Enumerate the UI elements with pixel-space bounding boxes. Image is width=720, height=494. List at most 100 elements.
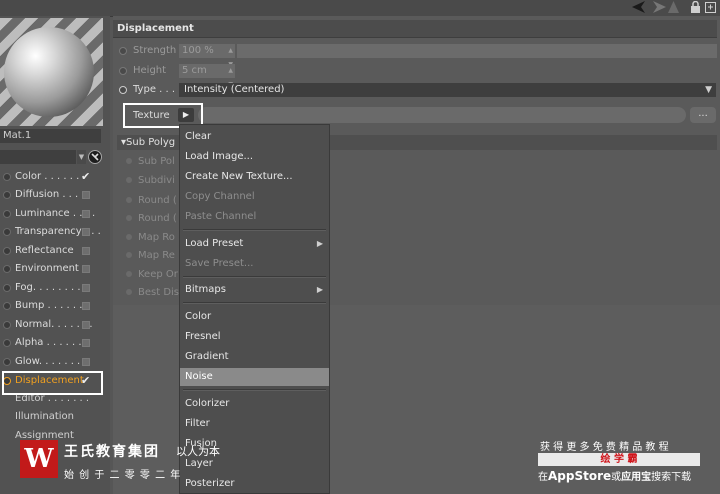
channel-checkbox[interactable]	[82, 228, 90, 236]
menu-item-noise[interactable]: Noise	[180, 368, 329, 386]
menu-item-label: Save Preset...	[185, 258, 254, 269]
channel-row-transparency[interactable]: Transparency . . .	[0, 223, 110, 241]
submenu-arrow-icon: ▶	[316, 239, 323, 248]
channel-checkbox[interactable]	[82, 284, 90, 292]
sub-row[interactable]: Round (	[126, 193, 177, 209]
animate-dot-icon[interactable]	[119, 47, 127, 55]
height-field[interactable]: 5 cm▲▼	[179, 64, 235, 88]
sub-row[interactable]: Subdivi	[126, 173, 175, 189]
menu-separator	[183, 302, 326, 304]
menu-item-label: Noise	[185, 371, 213, 382]
menu-item-label: Create New Texture...	[185, 171, 293, 182]
sub-row[interactable]: Map Ro	[126, 230, 175, 246]
channel-row-reflectance[interactable]: Reflectance	[0, 242, 110, 260]
channel-checkbox[interactable]	[82, 265, 90, 273]
chevron-down-icon[interactable]: ▼	[77, 150, 86, 164]
channel-checkbox[interactable]	[82, 321, 90, 329]
sub-row[interactable]: Sub Pol	[126, 154, 175, 170]
sub-row[interactable]: Round (	[126, 211, 177, 227]
sub-row-label: Keep Or	[138, 269, 178, 280]
channel-row-alpha[interactable]: Alpha . . . . . . .	[0, 334, 110, 352]
texture-context-menu: Clear Load Image... Create New Texture..…	[179, 124, 330, 494]
height-value: 5 cm	[182, 65, 207, 76]
channel-label: Normal. . . . . . .	[15, 319, 93, 330]
radio-icon	[3, 247, 11, 255]
channel-filter-input[interactable]	[0, 150, 76, 164]
menu-item-colorizer[interactable]: Colorizer	[180, 395, 329, 413]
channel-row-fog[interactable]: Fog. . . . . . . . .	[0, 279, 110, 297]
dot-icon	[126, 197, 132, 203]
promo-text: 在	[538, 472, 548, 483]
channel-label: Fog. . . . . . . . .	[15, 282, 87, 293]
menu-item-color[interactable]: Color	[180, 308, 329, 326]
type-dropdown[interactable]: Intensity (Centered) ▼	[179, 83, 716, 97]
brand-logo: W	[20, 440, 58, 478]
brand-since: 始 创 于 二 零 零 二 年	[64, 470, 182, 481]
radio-icon	[3, 358, 11, 366]
channel-row-bump[interactable]: Bump . . . . . . .	[0, 297, 110, 315]
menu-item-create-new-texture[interactable]: Create New Texture...	[180, 168, 329, 186]
promo-appstore: AppStore	[548, 469, 612, 483]
menu-item-filter[interactable]: Filter	[180, 415, 329, 433]
menu-item-label: Paste Channel	[185, 211, 257, 222]
menu-item-label: Color	[185, 311, 212, 322]
channel-checkbox[interactable]	[82, 210, 90, 218]
menu-item-label: Posterizer	[185, 478, 235, 489]
menu-separator	[183, 229, 326, 231]
height-label: Height	[133, 65, 167, 76]
channel-row-luminance[interactable]: Luminance . . . .	[0, 205, 110, 223]
sub-row[interactable]: Best Dis	[126, 285, 179, 301]
checkmark-icon[interactable]: ✔	[81, 168, 90, 186]
dot-icon	[126, 289, 132, 295]
strength-slider[interactable]	[237, 44, 717, 58]
menu-item-gradient[interactable]: Gradient	[180, 348, 329, 366]
sub-row-label: Round (	[138, 213, 177, 224]
channel-label: Alpha . . . . . . .	[15, 337, 88, 348]
channel-checkbox[interactable]	[82, 191, 90, 199]
forward-arrow-icon[interactable]	[652, 1, 666, 13]
menu-item-posterizer[interactable]: Posterizer	[180, 475, 329, 493]
strength-label: Strength	[133, 45, 177, 56]
material-preview[interactable]	[0, 18, 103, 126]
channel-checkbox[interactable]	[82, 339, 90, 347]
menu-item-bitmaps[interactable]: Bitmaps ▶	[180, 281, 329, 299]
texture-browse-button[interactable]: ...	[690, 107, 716, 123]
menu-item-label: Filter	[185, 418, 210, 429]
menu-item-fresnel[interactable]: Fresnel	[180, 328, 329, 346]
displacement-highlight-box	[2, 371, 103, 395]
new-window-icon[interactable]	[705, 1, 716, 13]
radio-icon	[3, 210, 11, 218]
channel-label: Diffusion . . . . .	[15, 189, 91, 200]
channel-row-glow[interactable]: Glow. . . . . . . .	[0, 353, 110, 371]
channel-row-color[interactable]: Color . . . . . . . ✔	[0, 168, 110, 186]
channel-row-diffusion[interactable]: Diffusion . . . . .	[0, 186, 110, 204]
picker-icon[interactable]	[88, 150, 102, 164]
animate-dot-icon[interactable]	[119, 67, 127, 75]
sub-row[interactable]: Keep Or	[126, 267, 178, 283]
menu-item-load-preset[interactable]: Load Preset ▶	[180, 235, 329, 253]
up-arrow-icon[interactable]	[668, 1, 679, 13]
dot-icon	[126, 234, 132, 240]
radio-icon	[3, 321, 11, 329]
brand-slogan: 以人为本	[176, 445, 220, 458]
channel-checkbox[interactable]	[82, 247, 90, 255]
menu-item-load-image[interactable]: Load Image...	[180, 148, 329, 166]
illumination-item[interactable]: Illumination	[15, 411, 74, 422]
radio-icon	[3, 302, 11, 310]
sub-row[interactable]: Map Re	[126, 248, 175, 264]
back-arrow-icon[interactable]	[632, 1, 645, 13]
lock-icon[interactable]	[690, 0, 701, 13]
material-name-field[interactable]: Mat.1	[0, 129, 101, 143]
channel-checkbox[interactable]	[82, 358, 90, 366]
menu-separator	[183, 276, 326, 278]
menu-item-clear[interactable]: Clear	[180, 128, 329, 146]
strength-field[interactable]: 100 %▲▼	[179, 44, 235, 68]
promo-download-line: 在AppStore或应用宝搜索下载	[538, 468, 691, 483]
channel-row-environment[interactable]: Environment	[0, 260, 110, 278]
texture-path-field[interactable]	[198, 107, 686, 123]
animate-dot-icon[interactable]	[119, 86, 127, 94]
channel-checkbox[interactable]	[82, 302, 90, 310]
channel-row-normal[interactable]: Normal. . . . . . .	[0, 316, 110, 334]
radio-icon	[3, 191, 11, 199]
chevron-down-icon: ▼	[705, 85, 712, 95]
